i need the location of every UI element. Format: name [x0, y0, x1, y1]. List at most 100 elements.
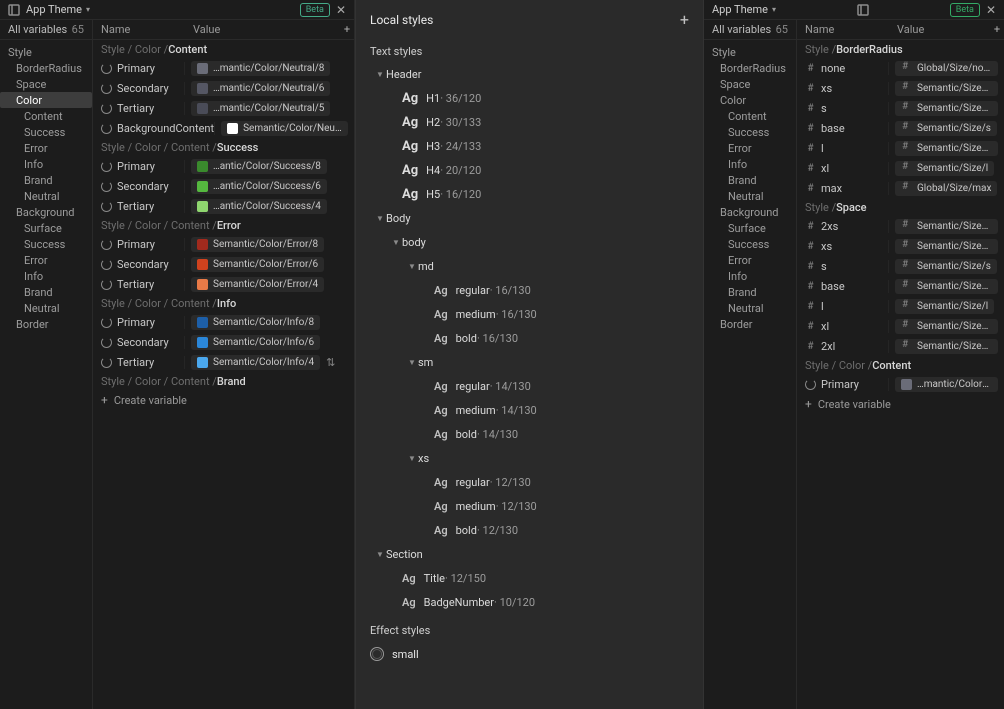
- variable-row[interactable]: Tertiary…antic/Color/Success/4: [93, 196, 354, 216]
- variable-row[interactable]: Tertiary…mantic/Color/Neutral/5: [93, 98, 354, 118]
- value-pill[interactable]: Semantic/Color/Neutral/1: [221, 121, 348, 136]
- tree-item[interactable]: Brand: [704, 284, 796, 300]
- text-style-row[interactable]: Agbold · 16/130: [356, 326, 703, 350]
- tree-item[interactable]: Surface: [0, 220, 92, 236]
- all-variables-label[interactable]: All variables: [8, 23, 67, 36]
- variable-row[interactable]: xsSemantic/Size/2xs: [797, 78, 1004, 98]
- variable-row[interactable]: maxGlobal/Size/max: [797, 178, 1004, 198]
- tree-item[interactable]: BorderRadius: [704, 60, 796, 76]
- value-pill[interactable]: Semantic/Size/s: [895, 121, 997, 136]
- variable-row[interactable]: xlSemantic/Size/l: [797, 158, 1004, 178]
- variable-row[interactable]: SecondarySemantic/Color/Info/6: [93, 332, 354, 352]
- value-pill[interactable]: Semantic/Color/Error/4: [191, 277, 324, 292]
- tree-item[interactable]: Background: [0, 204, 92, 220]
- value-pill[interactable]: Semantic/Color/Info/8: [191, 315, 320, 330]
- value-pill[interactable]: Semantic/Size/2xs: [895, 219, 998, 234]
- text-style-row[interactable]: AgBadgeNumber · 10/120: [356, 590, 703, 614]
- create-variable-button[interactable]: +Create variable: [797, 394, 1004, 414]
- variable-row[interactable]: Primary…antic/Color/Success/8: [93, 156, 354, 176]
- text-style-row[interactable]: Agregular · 12/130: [356, 470, 703, 494]
- tree-item[interactable]: Brand: [0, 284, 92, 300]
- text-style-row[interactable]: Agmedium · 14/130: [356, 398, 703, 422]
- variable-row[interactable]: baseSemantic/Size/base: [797, 276, 1004, 296]
- value-pill[interactable]: …antic/Color/Success/4: [191, 199, 327, 214]
- value-pill[interactable]: …antic/Color/Success/8: [191, 159, 327, 174]
- value-pill[interactable]: Global/Size/max: [895, 181, 997, 196]
- tree-item[interactable]: Error: [704, 140, 796, 156]
- variable-row[interactable]: TertiarySemantic/Color/Error/4: [93, 274, 354, 294]
- tree-item[interactable]: Info: [704, 156, 796, 172]
- value-pill[interactable]: Semantic/Size/l: [895, 161, 994, 176]
- tree-item[interactable]: Background: [704, 204, 796, 220]
- close-icon[interactable]: ✕: [336, 3, 346, 17]
- text-style-row[interactable]: Agmedium · 16/130: [356, 302, 703, 326]
- text-style-row[interactable]: Agregular · 16/130: [356, 278, 703, 302]
- text-style-row[interactable]: Agbold · 12/130: [356, 518, 703, 542]
- variable-row[interactable]: baseSemantic/Size/s: [797, 118, 1004, 138]
- tree-item[interactable]: Brand: [704, 172, 796, 188]
- style-group[interactable]: ▼body: [356, 230, 703, 254]
- variable-row[interactable]: Secondary…mantic/Color/Neutral/6: [93, 78, 354, 98]
- value-pill[interactable]: …mantic/Color/Neutral/6: [191, 81, 330, 96]
- text-style-row[interactable]: Agmedium · 12/130: [356, 494, 703, 518]
- text-style-row[interactable]: Agregular · 14/130: [356, 374, 703, 398]
- tree-item[interactable]: Space: [0, 76, 92, 92]
- variable-row[interactable]: PrimarySemantic/Color/Error/8: [93, 234, 354, 254]
- variable-row[interactable]: xlSemantic/Size/xl: [797, 316, 1004, 336]
- tree-item[interactable]: Success: [704, 236, 796, 252]
- variable-row[interactable]: BackgroundContentSemantic/Color/Neutral/…: [93, 118, 354, 138]
- text-style-row[interactable]: AgH5 · 16/120: [356, 182, 703, 206]
- close-icon[interactable]: ✕: [986, 3, 996, 17]
- variable-row[interactable]: noneGlobal/Size/none: [797, 58, 1004, 78]
- text-style-row[interactable]: AgTitle · 12/150: [356, 566, 703, 590]
- text-style-row[interactable]: AgH1 · 36/120: [356, 86, 703, 110]
- tree-item[interactable]: Surface: [704, 220, 796, 236]
- tree-item[interactable]: Border: [0, 316, 92, 332]
- tree-item[interactable]: Border: [704, 316, 796, 332]
- tree-item[interactable]: Error: [0, 252, 92, 268]
- tree-item[interactable]: Info: [0, 268, 92, 284]
- tree-item[interactable]: Brand: [0, 172, 92, 188]
- variable-row[interactable]: PrimarySemantic/Color/Info/8: [93, 312, 354, 332]
- tree-item[interactable]: Style: [0, 44, 92, 60]
- variable-row[interactable]: 2xsSemantic/Size/2xs: [797, 216, 1004, 236]
- style-group[interactable]: ▼Body: [356, 206, 703, 230]
- value-pill[interactable]: …mantic/Color/Neutral/8: [895, 377, 998, 392]
- value-pill[interactable]: …antic/Color/Success/6: [191, 179, 327, 194]
- tree-item[interactable]: Error: [0, 140, 92, 156]
- value-pill[interactable]: Semantic/Size/2xl: [895, 339, 998, 354]
- text-style-row[interactable]: Agbold · 14/130: [356, 422, 703, 446]
- style-group[interactable]: ▼sm: [356, 350, 703, 374]
- tree-item[interactable]: Success: [0, 236, 92, 252]
- add-mode-button[interactable]: +: [990, 23, 1004, 36]
- value-pill[interactable]: Semantic/Size/l: [895, 299, 994, 314]
- variable-row[interactable]: TertiarySemantic/Color/Info/4⇅: [93, 352, 354, 372]
- tree-item[interactable]: Neutral: [704, 300, 796, 316]
- tree-item[interactable]: Neutral: [0, 188, 92, 204]
- style-group[interactable]: ▼xs: [356, 446, 703, 470]
- variable-row[interactable]: 2xlSemantic/Size/2xl: [797, 336, 1004, 356]
- tree-item[interactable]: Info: [704, 268, 796, 284]
- effect-style-row[interactable]: small: [356, 641, 703, 667]
- tree-item[interactable]: Neutral: [704, 188, 796, 204]
- text-style-row[interactable]: AgH3 · 24/133: [356, 134, 703, 158]
- variable-row[interactable]: Primary…mantic/Color/Neutral/8: [93, 58, 354, 78]
- value-pill[interactable]: Global/Size/none: [895, 61, 998, 76]
- value-pill[interactable]: Semantic/Size/base: [895, 141, 998, 156]
- variable-row[interactable]: sSemantic/Size/xs: [797, 98, 1004, 118]
- tree-item[interactable]: BorderRadius: [0, 60, 92, 76]
- value-pill[interactable]: Semantic/Size/xs: [895, 239, 998, 254]
- text-style-row[interactable]: AgH4 · 20/120: [356, 158, 703, 182]
- value-pill[interactable]: Semantic/Size/base: [895, 279, 998, 294]
- sort-icon[interactable]: ⇅: [326, 356, 336, 369]
- tree-item[interactable]: Content: [704, 108, 796, 124]
- tree-item[interactable]: Color: [704, 92, 796, 108]
- variable-row[interactable]: sSemantic/Size/s: [797, 256, 1004, 276]
- value-pill[interactable]: Semantic/Color/Error/8: [191, 237, 324, 252]
- value-pill[interactable]: …mantic/Color/Neutral/8: [191, 61, 330, 76]
- beta-badge[interactable]: Beta: [300, 3, 330, 17]
- variable-row[interactable]: Primary…mantic/Color/Neutral/8: [797, 374, 1004, 394]
- all-variables-label[interactable]: All variables: [712, 23, 771, 36]
- sidebar-toggle-icon[interactable]: [8, 4, 20, 16]
- variable-row[interactable]: SecondarySemantic/Color/Error/6: [93, 254, 354, 274]
